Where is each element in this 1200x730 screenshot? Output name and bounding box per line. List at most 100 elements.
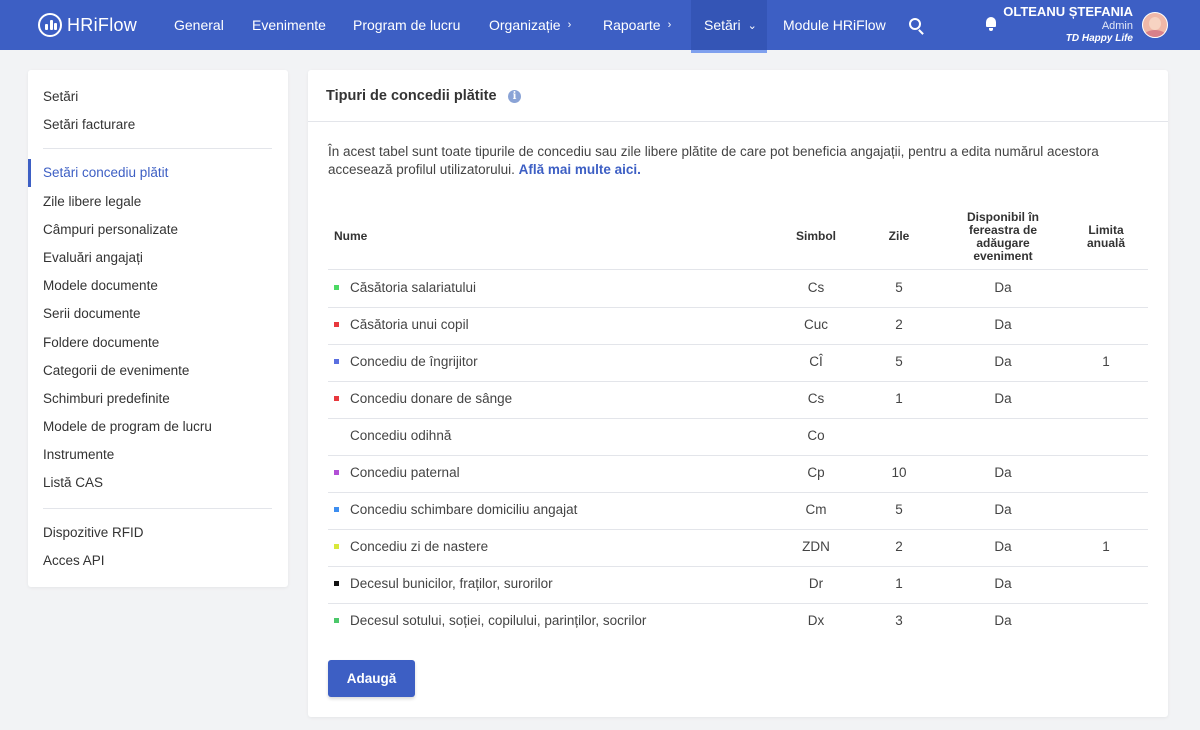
sidebar-item-modele-program-lucru[interactable]: Modele de program de lucru (43, 418, 212, 436)
user-role: Admin (1101, 20, 1133, 32)
leave-available: Da (994, 391, 1012, 406)
nav-rapoarte[interactable]: Rapoarte › (603, 0, 671, 50)
leave-days: 10 (891, 465, 907, 480)
leave-symbol: Cs (807, 280, 825, 295)
sidebar-item-setari[interactable]: Setări (43, 88, 78, 106)
table-row[interactable]: Concediu zi de nastere ZDN 2 Da 1 (328, 529, 1148, 566)
color-swatch (334, 396, 339, 401)
leave-symbol: Cuc (803, 317, 828, 332)
sidebar-item-acces-api[interactable]: Acces API (43, 552, 105, 570)
leave-name: Concediu paternal (350, 465, 460, 480)
leave-symbol: Dr (808, 576, 824, 591)
column-header-name[interactable]: Nume (334, 230, 367, 243)
sidebar-item-evaluari-angajati[interactable]: Evaluări angajați (43, 249, 143, 267)
leave-name: Concediu zi de nastere (350, 539, 489, 554)
nav-program-de-lucru[interactable]: Program de lucru (353, 0, 460, 50)
header-line: eveniment (973, 249, 1033, 263)
leave-available: Da (994, 354, 1012, 369)
avatar[interactable] (1142, 12, 1168, 38)
color-swatch (334, 618, 339, 623)
table-row[interactable]: Concediu donare de sânge Cs 1 Da (328, 381, 1148, 418)
nav-label: Evenimente (252, 17, 326, 33)
leave-symbol: ZDN (802, 539, 830, 554)
leave-symbol: Dx (807, 613, 825, 628)
leave-days: 2 (895, 539, 903, 554)
sidebar-item-instrumente[interactable]: Instrumente (43, 446, 114, 464)
paid-leave-card: Tipuri de concedii plătite i În acest ta… (308, 70, 1168, 717)
nav-evenimente[interactable]: Evenimente (252, 0, 326, 50)
hriflow-logo[interactable]: HRiFlow (38, 12, 137, 38)
nav-label: Organizație (489, 17, 561, 33)
search-icon[interactable] (909, 18, 921, 30)
chevron-right-icon: › (567, 19, 572, 31)
leave-available: Da (994, 280, 1012, 295)
leave-days: 5 (895, 502, 903, 517)
sidebar-item-dispozitive-rfid[interactable]: Dispozitive RFID (43, 524, 144, 542)
user-company: TD Happy Life (1065, 33, 1133, 44)
table-row[interactable]: Căsătoria salariatului Cs 5 Da (328, 270, 1148, 307)
column-header-annual-limit[interactable]: Limita anuală (1076, 224, 1136, 250)
table-row[interactable]: Concediu schimbare domiciliu angajat Cm 5 D… (328, 492, 1148, 529)
description-text: În acest tabel sunt toate tipurile de co… (328, 144, 1099, 177)
color-swatch (334, 322, 339, 327)
logo-icon (38, 13, 62, 37)
bell-icon[interactable] (985, 17, 997, 31)
leave-name: Căsătoria salariatului (350, 280, 477, 295)
column-header-days[interactable]: Zile (874, 230, 924, 243)
sidebar-item-setari-concediu-platit[interactable]: Setări concediu plătit (43, 164, 168, 182)
leave-symbol: Cm (805, 502, 827, 517)
table-row[interactable]: Concediu paternal Cp 10 Da (328, 455, 1148, 492)
sidebar-item-schimburi-predefinite[interactable]: Schimburi predefinite (43, 390, 170, 408)
info-icon[interactable]: i (508, 90, 521, 103)
leave-available: Da (994, 317, 1012, 332)
nav-label: General (174, 17, 224, 33)
nav-label: Module HRiFlow (783, 17, 886, 33)
sidebar-item-serii-documente[interactable]: Serii documente (43, 305, 141, 323)
top-navbar: HRiFlow General Evenimente Program de lu… (0, 0, 1200, 53)
table-row[interactable]: Decesul sotului, soției, copilului, pari… (328, 603, 1148, 640)
learn-more-link[interactable]: Află mai multe aici. (519, 162, 641, 177)
sidebar-item-setari-facturare[interactable]: Setări facturare (43, 116, 135, 134)
leave-annual-limit: 1 (1102, 539, 1110, 554)
sidebar-item-zile-libere-legale[interactable]: Zile libere legale (43, 193, 141, 211)
leave-name: Căsătoria unui copil (350, 317, 469, 332)
color-swatch (334, 581, 339, 586)
leave-name: Concediu odihnă (350, 428, 452, 443)
table-row[interactable]: Decesul bunicilor, fraților, surorilor Dr… (328, 566, 1148, 603)
table-row[interactable]: Concediu de îngrijitor CÎ 5 Da 1 (328, 344, 1148, 381)
sidebar-item-modele-documente[interactable]: Modele documente (43, 277, 158, 295)
table-row[interactable]: Căsătoria unui copil Cuc 2 Da (328, 307, 1148, 344)
leave-days: 1 (895, 391, 903, 406)
column-header-symbol[interactable]: Simbol (783, 230, 849, 243)
leave-symbol: Cs (807, 391, 825, 406)
sidebar-active-indicator (28, 159, 31, 187)
user-menu[interactable]: OLTEANU ȘTEFANIA Admin TD Happy Life (1003, 4, 1133, 44)
leave-available: Da (994, 539, 1012, 554)
leave-symbol: Cp (807, 465, 825, 480)
nav-module-hriflow[interactable]: Module HRiFlow (783, 0, 886, 50)
color-swatch (334, 470, 339, 475)
nav-setari[interactable]: Setări ⌄ (691, 0, 767, 53)
nav-organizatie[interactable]: Organizație › (489, 0, 571, 50)
sidebar-item-foldere-documente[interactable]: Foldere documente (43, 334, 159, 352)
column-header-available[interactable]: Disponibil în fereastra de adăugare even… (948, 211, 1058, 263)
leave-days: 5 (895, 354, 903, 369)
leave-name: Decesul bunicilor, fraților, surorilor (350, 576, 553, 591)
leave-symbol: Co (807, 428, 825, 443)
leave-symbol: CÎ (809, 354, 823, 369)
sidebar-item-categorii-evenimente[interactable]: Categorii de evenimente (43, 362, 189, 380)
add-button[interactable]: Adaugă (328, 660, 415, 697)
sidebar-divider (43, 508, 272, 509)
table-row[interactable]: Concediu odihnă Co (328, 418, 1148, 455)
sidebar-item-lista-cas[interactable]: Listă CAS (43, 474, 103, 492)
color-swatch (334, 285, 339, 290)
sidebar-item-campuri-personalizate[interactable]: Câmpuri personalizate (43, 221, 178, 239)
leave-days: 3 (895, 613, 903, 628)
leave-available: Da (994, 502, 1012, 517)
nav-general[interactable]: General (174, 0, 224, 50)
nav-label: Setări (704, 17, 741, 33)
leave-available: Da (994, 465, 1012, 480)
leave-available: Da (994, 576, 1012, 591)
leave-days: 2 (895, 317, 903, 332)
color-swatch (334, 544, 339, 549)
